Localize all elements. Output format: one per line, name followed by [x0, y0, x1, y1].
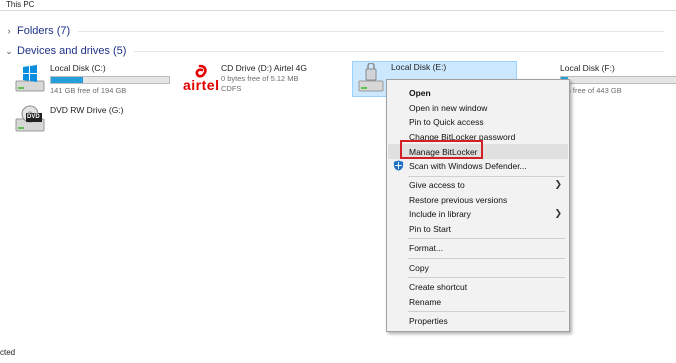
- address-bar[interactable]: This PC: [0, 0, 676, 11]
- menu-item-open-new-window[interactable]: Open in new window: [388, 100, 568, 115]
- manage-bitlocker-highlight: [400, 140, 483, 159]
- drive-free-space: 141 GB free of 194 GB: [50, 86, 127, 95]
- group-header-devices[interactable]: ⌄ Devices and drives (5): [4, 43, 664, 59]
- menu-item-restore-versions[interactable]: Restore previous versions: [388, 192, 568, 207]
- menu-separator: [408, 238, 565, 239]
- drive-free-space: GB free of 443 GB: [560, 86, 622, 95]
- group-divider: [78, 30, 664, 32]
- menu-item-include-library[interactable]: Include in library ❯: [388, 206, 568, 221]
- menu-separator: [408, 311, 565, 312]
- airtel-logo-text: airtel: [183, 77, 220, 93]
- menu-item-copy[interactable]: Copy: [388, 260, 568, 275]
- menu-item-scan-defender[interactable]: Scan with Windows Defender...: [388, 158, 568, 173]
- group-label-devices: Devices and drives (5): [17, 45, 127, 57]
- airtel-logo-icon: airtel: [183, 63, 220, 95]
- chevron-down-icon[interactable]: ⌄: [4, 46, 14, 57]
- context-menu: Open Open in new window Pin to Quick acc…: [386, 79, 570, 332]
- drive-usage-bar: [560, 76, 676, 84]
- drive-name: Local Disk (F:): [560, 63, 615, 73]
- menu-item-format[interactable]: Format...: [388, 240, 568, 255]
- menu-item-rename[interactable]: Rename: [388, 294, 568, 309]
- menu-item-pin-quick-access[interactable]: Pin to Quick access: [388, 114, 568, 129]
- drive-filesystem: CDFS: [221, 84, 242, 93]
- drive-free-space: 0 bytes free of 5.12 MB: [221, 74, 299, 83]
- group-header-folders[interactable]: › Folders (7): [4, 23, 664, 39]
- drive-c[interactable]: Local Disk (C:) 141 GB free of 194 GB: [14, 63, 170, 99]
- menu-item-open[interactable]: Open: [388, 85, 568, 100]
- menu-item-give-access[interactable]: Give access to ❯: [388, 177, 568, 192]
- chevron-right-icon[interactable]: ›: [4, 26, 14, 36]
- menu-separator: [408, 258, 565, 259]
- drive-g[interactable]: DVD DVD RW Drive (G:): [14, 103, 124, 139]
- hard-drive-icon: [355, 62, 387, 95]
- chevron-right-icon: ❯: [554, 179, 562, 189]
- chevron-right-icon: ❯: [554, 208, 562, 218]
- drive-name: Local Disk (C:): [50, 63, 106, 73]
- drive-name: CD Drive (D:) Airtel 4G: [221, 63, 307, 73]
- menu-item-create-shortcut[interactable]: Create shortcut: [388, 279, 568, 294]
- drive-name: Local Disk (E:): [391, 62, 447, 72]
- menu-item-properties[interactable]: Properties: [388, 313, 568, 328]
- drive-usage-bar: [50, 76, 170, 84]
- group-divider: [134, 50, 664, 52]
- dvd-badge-label: DVD: [27, 114, 40, 120]
- menu-item-pin-start[interactable]: Pin to Start: [388, 221, 568, 236]
- drive-name: DVD RW Drive (G:): [50, 105, 124, 115]
- drive-d[interactable]: airtel CD Drive (D:) Airtel 4G 0 bytes f…: [183, 63, 307, 99]
- menu-separator: [408, 277, 565, 278]
- status-bar-text: cted: [0, 348, 16, 357]
- dvd-drive-icon: DVD: [14, 103, 46, 135]
- windows-drive-icon: [14, 63, 46, 95]
- group-label-folders: Folders (7): [17, 25, 71, 37]
- windows-defender-icon: [393, 160, 404, 171]
- address-path: This PC: [6, 0, 35, 9]
